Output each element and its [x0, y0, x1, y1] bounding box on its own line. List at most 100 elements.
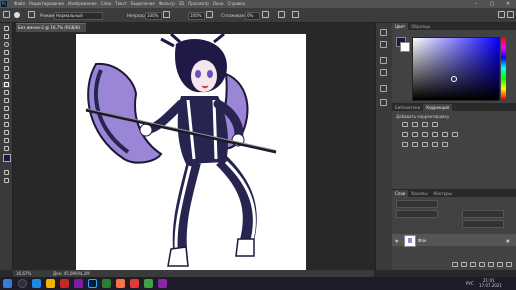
menu-3d[interactable]: 3D: [179, 1, 185, 6]
curves-icon[interactable]: [422, 122, 428, 127]
tab-swatches[interactable]: Образцы: [408, 23, 433, 30]
threshold-icon[interactable]: [422, 142, 428, 147]
menu-edit[interactable]: Редактирование: [29, 1, 64, 6]
layer-style-icon[interactable]: [461, 262, 467, 267]
foreground-color-swatch[interactable]: [3, 154, 11, 162]
blend-mode-select[interactable]: [396, 210, 438, 218]
move-tool-icon[interactable]: [2, 26, 10, 32]
menu-layers[interactable]: Слои: [101, 1, 111, 6]
tab-adjustments[interactable]: Коррекция: [423, 104, 453, 111]
app-green-icon[interactable]: [102, 279, 111, 288]
menu-text[interactable]: Текст: [115, 1, 127, 6]
language-indicator[interactable]: РУС: [466, 281, 474, 286]
adjustment-layer-icon[interactable]: [479, 262, 485, 267]
clock-date[interactable]: 17.07.2021: [479, 283, 502, 288]
opacity-field[interactable]: 100%: [145, 12, 162, 20]
search-icon[interactable]: [498, 11, 505, 18]
document-tab[interactable]: Без имени-2 @ 16,7% (RGB/8): [16, 23, 86, 32]
menu-help[interactable]: Справка: [227, 1, 245, 6]
minimize-button[interactable]: –: [468, 0, 484, 8]
tab-channels[interactable]: Каналы: [408, 190, 430, 197]
link-layers-icon[interactable]: [452, 262, 458, 267]
explorer-icon[interactable]: [46, 279, 55, 288]
zoom-level[interactable]: 16,67%: [16, 271, 31, 276]
menu-filter[interactable]: Фильтр: [159, 1, 175, 6]
channel-mixer-icon[interactable]: [452, 132, 458, 137]
menu-window[interactable]: Окно: [213, 1, 224, 6]
search-taskbar-icon[interactable]: [18, 279, 27, 288]
stamp-tool-icon[interactable]: [2, 90, 10, 96]
menu-image[interactable]: Изображение: [68, 1, 97, 6]
quick-mask-icon[interactable]: [2, 170, 10, 176]
airbrush-icon[interactable]: [206, 11, 213, 18]
crop-tool-icon[interactable]: [2, 58, 10, 64]
tab-libraries[interactable]: Библиотеки: [392, 104, 423, 111]
brightness-contrast-icon[interactable]: [402, 122, 408, 127]
history-brush-tool-icon[interactable]: [2, 98, 10, 104]
smoothing-settings-icon[interactable]: [262, 11, 269, 18]
brush-angle-icon[interactable]: [278, 11, 285, 18]
lasso-tool-icon[interactable]: [2, 42, 10, 48]
workspace-icon[interactable]: [507, 11, 514, 18]
layer-fill-field[interactable]: [462, 220, 504, 228]
edge-browser-icon[interactable]: [32, 279, 41, 288]
brush-settings-icon[interactable]: [28, 11, 35, 18]
brush-tool-icon[interactable]: [2, 82, 10, 88]
photo-filter-icon[interactable]: [442, 132, 448, 137]
app-green2-icon[interactable]: [144, 279, 153, 288]
photoshop-taskbar-icon[interactable]: [88, 279, 97, 288]
screen-mode-icon[interactable]: [2, 178, 10, 184]
menu-file[interactable]: Файл: [14, 1, 25, 6]
visibility-eye-icon[interactable]: ◉: [395, 238, 399, 243]
layer-opacity-field[interactable]: [462, 210, 504, 218]
invert-icon[interactable]: [402, 142, 408, 147]
background-color-chip[interactable]: [400, 42, 410, 52]
hand-tool-icon[interactable]: [2, 146, 10, 152]
exposure-icon[interactable]: [432, 122, 438, 127]
smoothing-field[interactable]: 0%: [245, 12, 260, 20]
new-layer-icon[interactable]: [497, 262, 503, 267]
eyedropper-tool-icon[interactable]: [2, 66, 10, 72]
layer-row[interactable]: ◉ Фон ▣: [392, 234, 516, 247]
color-picker-cursor[interactable]: [451, 76, 457, 82]
symmetry-icon[interactable]: [292, 11, 299, 18]
selective-color-icon[interactable]: [442, 142, 448, 147]
color-field[interactable]: [412, 37, 500, 101]
levels-icon[interactable]: [412, 122, 418, 127]
swatches-panel-icon[interactable]: [380, 99, 387, 106]
pen-tool-icon[interactable]: [2, 122, 10, 128]
windows-start-icon[interactable]: [3, 279, 12, 288]
delete-layer-icon[interactable]: [506, 262, 512, 267]
app-red-icon[interactable]: [60, 279, 69, 288]
document-canvas[interactable]: [76, 32, 306, 270]
brush-size-icon[interactable]: [14, 12, 20, 18]
new-group-icon[interactable]: [488, 262, 494, 267]
add-mask-icon[interactable]: [470, 262, 476, 267]
healing-brush-tool-icon[interactable]: [2, 74, 10, 80]
properties-panel-icon[interactable]: [380, 41, 387, 48]
gradient-tool-icon[interactable]: [2, 114, 10, 120]
maximize-button[interactable]: ▢: [484, 0, 500, 8]
brush-tool-preset-icon[interactable]: [3, 11, 10, 18]
marquee-tool-icon[interactable]: [2, 34, 10, 40]
hue-slider[interactable]: [501, 37, 506, 99]
character-panel-icon[interactable]: [380, 85, 387, 92]
tab-color[interactable]: Цвет: [392, 23, 409, 30]
posterize-icon[interactable]: [412, 142, 418, 147]
menu-select[interactable]: Выделение: [131, 1, 155, 6]
black-white-icon[interactable]: [432, 132, 438, 137]
brush-panel-icon[interactable]: [380, 57, 387, 64]
mode-select[interactable]: Нормальный: [54, 12, 103, 20]
photoshop-logo-icon[interactable]: Ps: [1, 1, 7, 7]
menu-view[interactable]: Просмотр: [188, 1, 209, 6]
app-purple2-icon[interactable]: [158, 279, 167, 288]
app-purple-icon[interactable]: [74, 279, 83, 288]
quick-select-tool-icon[interactable]: [2, 50, 10, 56]
tab-paths[interactable]: Контуры: [430, 190, 454, 197]
eraser-tool-icon[interactable]: [2, 106, 10, 112]
path-select-tool-icon[interactable]: [2, 138, 10, 144]
yandex-icon[interactable]: [130, 279, 139, 288]
app-orange-icon[interactable]: [116, 279, 125, 288]
layer-name[interactable]: Фон: [418, 238, 427, 243]
flow-field[interactable]: 100%: [188, 12, 205, 20]
